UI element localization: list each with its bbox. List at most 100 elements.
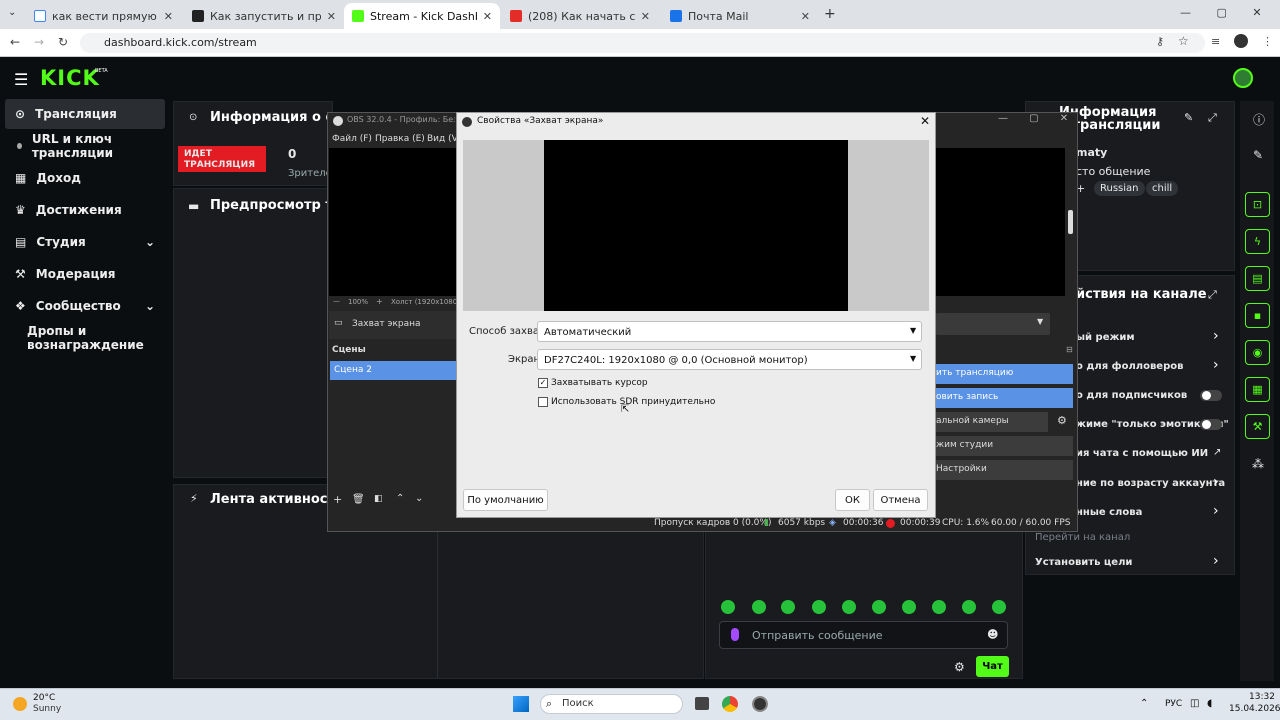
reload-icon[interactable]: ↻ (58, 35, 68, 49)
emote-only-toggle[interactable] (1200, 419, 1222, 430)
start-record-button[interactable]: овить запись (936, 388, 1073, 408)
chevron-right-icon[interactable]: › (1213, 357, 1219, 373)
obs-scrollbar[interactable] (1068, 210, 1073, 234)
profile-avatar[interactable] (1234, 34, 1248, 48)
defaults-button[interactable]: По умолчанию (463, 489, 548, 511)
set-goals[interactable]: Установить цели (1035, 557, 1132, 568)
expand-icon[interactable]: ⤢ (1208, 111, 1217, 125)
obs-dropdown[interactable] (936, 313, 1050, 335)
chevron-right-icon[interactable]: › (1213, 503, 1219, 519)
scene-item[interactable]: Сцена 2 (330, 361, 456, 380)
gear-icon[interactable]: ⚙ (1057, 414, 1067, 427)
info-icon[interactable]: ⓘ (1253, 111, 1265, 128)
cancel-button[interactable]: Отмена (873, 489, 928, 511)
force-sdr-checkbox[interactable] (538, 397, 548, 407)
close-icon[interactable]: ✕ (483, 10, 492, 23)
go-to-channel-link[interactable]: Перейти на канал (1035, 532, 1130, 543)
menu-icon[interactable]: ⋮ (1262, 35, 1273, 48)
obs-menu-edit[interactable]: Правка (E) (375, 134, 425, 144)
obs-menu-file[interactable]: Файл (F) (332, 134, 372, 144)
task-view-icon[interactable] (695, 697, 709, 710)
tray-chevron-icon[interactable]: ⌃ (1140, 698, 1148, 709)
sidebar-item-moderation[interactable]: ⚒ Модерация (5, 259, 165, 289)
tag[interactable]: Russian (1094, 181, 1145, 196)
subscribers-toggle[interactable] (1200, 390, 1222, 401)
screen-select[interactable]: DF27C240L: 1920x1080 @ 0,0 (Основной мон… (537, 349, 922, 370)
action-item[interactable]: ия чата с помощью ИИ (1076, 448, 1208, 459)
layout-icon[interactable]: ▦ (1245, 377, 1270, 402)
sidebar-item-stream[interactable]: ⊙ Трансляция (5, 99, 165, 129)
emote-icon[interactable] (902, 600, 916, 614)
smile-icon[interactable]: ☻ (987, 628, 998, 641)
sidebar-item-achievements[interactable]: ♛ Достижения (5, 195, 165, 225)
star-icon[interactable]: ☆ (1178, 34, 1189, 48)
network-icon[interactable]: ◫ (1190, 698, 1199, 709)
emote-icon[interactable] (932, 600, 946, 614)
close-icon[interactable]: ✕ (641, 10, 650, 23)
chevron-right-icon[interactable]: › (1213, 474, 1219, 490)
weather-sun-icon[interactable] (13, 697, 27, 711)
zoom-plus-icon[interactable]: + (376, 297, 383, 306)
studio-mode-button[interactable]: жим студии (936, 436, 1073, 456)
tab-1[interactable]: как вести прямую трансляцию✕ (26, 3, 181, 29)
capture-method-select[interactable]: Автоматический (537, 321, 922, 342)
close-icon[interactable]: ✕ (801, 10, 810, 23)
capture-cursor-checkbox[interactable]: ✓ (538, 378, 548, 388)
trash-icon[interactable]: 🗑 (352, 494, 365, 505)
close-icon[interactable]: ✕ (920, 114, 930, 128)
chrome-icon[interactable] (722, 696, 738, 712)
sidebar-item-url-key[interactable]: URL и ключ трансляции (5, 131, 165, 161)
close-icon[interactable]: ✕ (164, 10, 173, 23)
nodes-icon[interactable]: ⁂ (1252, 457, 1264, 471)
start-icon[interactable] (513, 696, 529, 712)
chat-icon[interactable]: ▪ (1245, 303, 1270, 328)
emote-icon[interactable] (752, 600, 766, 614)
user-avatar[interactable] (1233, 68, 1253, 88)
chevron-up-icon[interactable]: ⌃ (396, 493, 404, 504)
language-indicator[interactable]: РУС (1165, 699, 1182, 709)
wrench-icon[interactable]: ⚒ (1245, 414, 1270, 439)
forward-icon[interactable]: → (34, 35, 44, 49)
screen-icon[interactable]: ⊡ (1245, 192, 1270, 217)
back-icon[interactable]: ← (10, 35, 20, 49)
tab-2[interactable]: Как запустить и провести тра✕ (184, 3, 344, 29)
action-item[interactable]: о для фолловеров (1076, 361, 1183, 372)
tab-5[interactable]: Почта Mail ✕ (662, 3, 818, 29)
settings-button[interactable]: Настройки (936, 460, 1073, 480)
obs-window-controls[interactable]: — ▢ ✕ (998, 113, 1068, 124)
bolt-icon[interactable]: ϟ (1245, 229, 1270, 254)
filter-icon[interactable]: ◧ (374, 494, 383, 504)
chevron-down-icon[interactable]: ⌄ (415, 493, 423, 504)
chat-send-button[interactable]: Чат (976, 656, 1009, 677)
emote-icon[interactable] (992, 600, 1006, 614)
sidebar-item-drops[interactable]: Дропы и вознаграждение (5, 323, 165, 353)
gear-icon[interactable]: ⚙ (954, 660, 965, 674)
volume-icon[interactable]: ◖ (1207, 698, 1212, 709)
start-stream-button[interactable]: ить трансляцию (936, 364, 1073, 384)
hamburger-icon[interactable]: ☰ (14, 70, 28, 89)
emote-icon[interactable] (721, 600, 735, 614)
reading-list-icon[interactable]: ≡ (1211, 35, 1220, 48)
zoom-minus-icon[interactable]: — (333, 297, 340, 305)
emote-icon[interactable] (962, 600, 976, 614)
action-item[interactable]: о для подписчиков (1076, 390, 1187, 401)
mic-icon[interactable] (731, 628, 739, 641)
close-icon[interactable]: ✕ (327, 10, 336, 23)
external-link-icon[interactable]: ↗ (1213, 447, 1221, 458)
emote-icon[interactable] (872, 600, 886, 614)
sidebar-item-income[interactable]: ▦ Доход (5, 163, 165, 193)
emote-icon[interactable] (781, 600, 795, 614)
kick-logo[interactable]: KICK (40, 66, 100, 90)
url-field[interactable]: dashboard.kick.com/stream (80, 33, 1205, 53)
broadcast-icon[interactable]: ◉ (1245, 340, 1270, 365)
emote-icon[interactable] (842, 600, 856, 614)
chevron-right-icon[interactable]: › (1213, 553, 1219, 569)
tag[interactable]: chill (1146, 181, 1179, 196)
note-icon[interactable]: ▤ (1245, 266, 1270, 291)
action-item[interactable]: нные слова (1076, 507, 1142, 518)
virtual-camera-button[interactable]: альной камеры (936, 412, 1048, 432)
tab-search-icon[interactable]: ⌄ (8, 7, 16, 18)
obs-source-name[interactable]: Захват экрана (352, 319, 421, 329)
ok-button[interactable]: ОК (835, 489, 870, 511)
password-key-icon[interactable]: ⚷ (1156, 35, 1164, 48)
